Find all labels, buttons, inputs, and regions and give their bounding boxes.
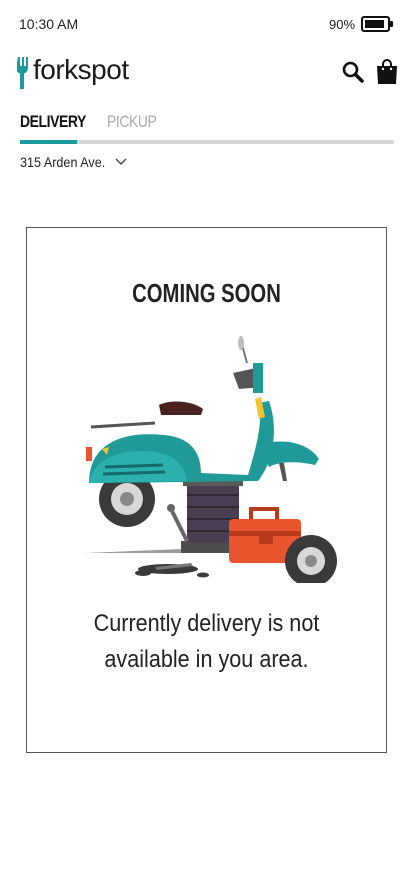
front-fender xyxy=(259,441,319,467)
seat xyxy=(159,401,203,415)
chevron-down-icon[interactable] xyxy=(114,155,128,169)
shopping-bag-icon[interactable] xyxy=(375,59,399,85)
battery-percent: 90% xyxy=(329,17,356,32)
mirror xyxy=(238,336,244,350)
scooter-repair-illustration xyxy=(85,336,337,583)
address-selector[interactable]: 315 Arden Ave. xyxy=(20,154,127,174)
battery-icon xyxy=(361,16,390,32)
app-header: forkspot xyxy=(0,52,414,96)
status-time: 10:30 AM xyxy=(19,16,79,32)
tab-delivery[interactable]: DELIVERY xyxy=(20,112,86,132)
battery-tip xyxy=(390,21,393,27)
battery-level-fill xyxy=(365,20,384,28)
search-icon[interactable] xyxy=(341,60,365,84)
card-title: COMING SOON xyxy=(132,278,281,308)
status-bar: 10:30 AM 90% xyxy=(0,0,414,48)
app-logo[interactable]: forkspot xyxy=(33,54,129,86)
tab-pickup[interactable]: PICKUP xyxy=(107,112,157,132)
active-tab-indicator xyxy=(20,140,77,144)
coming-soon-card: COMING SOON Currently delivery is not av… xyxy=(26,227,387,753)
card-message: Currently delivery is not available in y… xyxy=(93,610,320,673)
delivery-pickup-tabs: DELIVERY PICKUP xyxy=(20,112,394,146)
address-text: 315 Arden Ave. xyxy=(20,154,106,170)
fork-icon[interactable] xyxy=(17,57,31,89)
